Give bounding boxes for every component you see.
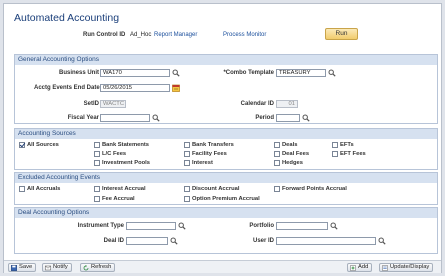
- update-display-button[interactable]: Update/Display: [379, 263, 434, 272]
- page-title: Automated Accounting: [14, 12, 120, 24]
- process-monitor-link[interactable]: Process Monitor: [223, 32, 266, 38]
- fee-accrual-label: Fee Accrual: [102, 196, 135, 202]
- instrument-type-lookup-icon[interactable]: [178, 222, 186, 230]
- run-control-label: Run Control ID: [83, 32, 126, 38]
- investment-pools-label: Investment Pools: [102, 160, 150, 166]
- report-manager-link[interactable]: Report Manager: [154, 32, 197, 38]
- run-control-value: Ad_Hoc: [130, 32, 152, 38]
- interest-accrual-checkbox[interactable]: [94, 186, 100, 192]
- option-premium-accrual-checkbox[interactable]: [184, 196, 190, 202]
- update-display-label: Update/Display: [390, 264, 430, 270]
- add-icon: [350, 265, 356, 271]
- user-id-lookup-icon[interactable]: [378, 237, 386, 245]
- deal-id-label: Deal ID: [103, 238, 124, 244]
- portfolio-lookup-icon[interactable]: [330, 222, 338, 230]
- deal-id-lookup-icon[interactable]: [170, 237, 178, 245]
- notify-icon: [45, 265, 51, 271]
- add-button[interactable]: Add: [347, 263, 373, 272]
- combo-template-lookup-icon[interactable]: [328, 69, 336, 77]
- efts-checkbox[interactable]: [332, 142, 338, 148]
- run-button[interactable]: Run: [325, 28, 358, 40]
- deals-checkbox[interactable]: [274, 142, 280, 148]
- deals-label: Deals: [282, 142, 298, 148]
- acctg-end-date-input[interactable]: 05/26/2015: [100, 84, 170, 92]
- facility-fees-checkbox[interactable]: [184, 151, 190, 157]
- portfolio-label: Portfolio: [249, 223, 274, 229]
- lc-fees-checkbox[interactable]: [94, 151, 100, 157]
- all-sources-label: All Sources: [27, 142, 59, 148]
- interest-label: Interest: [192, 160, 213, 166]
- investment-pools-checkbox[interactable]: [94, 160, 100, 166]
- period-input[interactable]: [276, 114, 300, 122]
- interest-accrual-label: Interest Accrual: [102, 186, 146, 192]
- efts-label: EFTs: [340, 142, 354, 148]
- all-sources-checkbox[interactable]: [19, 142, 25, 148]
- interest-checkbox[interactable]: [184, 160, 190, 166]
- bank-transfers-label: Bank Transfers: [192, 142, 234, 148]
- refresh-button[interactable]: Refresh: [80, 263, 116, 272]
- lc-fees-label: L/C Fees: [102, 151, 127, 157]
- deal-id-input[interactable]: [126, 237, 168, 245]
- period-lookup-icon[interactable]: [302, 114, 310, 122]
- calendar-id-input: 01: [276, 100, 298, 108]
- discount-accrual-label: Discount Accrual: [192, 186, 240, 192]
- notify-label: Notify: [53, 264, 68, 270]
- notify-button[interactable]: Notify: [42, 263, 72, 272]
- bank-statements-label: Bank Statements: [102, 142, 150, 148]
- option-premium-accrual-label: Option Premium Accrual: [192, 196, 260, 202]
- fiscal-year-input[interactable]: [100, 114, 150, 122]
- user-id-label: User ID: [252, 238, 274, 244]
- hedges-label: Hedges: [282, 160, 303, 166]
- forward-points-accrual-checkbox[interactable]: [274, 186, 280, 192]
- deal-accounting-header: Deal Accounting Options: [15, 208, 437, 218]
- bank-statements-checkbox[interactable]: [94, 142, 100, 148]
- hedges-checkbox[interactable]: [274, 160, 280, 166]
- forward-points-accrual-label: Forward Points Accrual: [282, 186, 347, 192]
- all-accruals-checkbox[interactable]: [19, 186, 25, 192]
- accounting-sources-header: Accounting Sources: [15, 129, 437, 139]
- setid-label: SetID: [83, 101, 99, 107]
- combo-template-label: *Combo Template: [223, 70, 274, 76]
- business-unit-lookup-icon[interactable]: [172, 69, 180, 77]
- calendar-id-label: Calendar ID: [240, 101, 274, 107]
- user-id-input[interactable]: [276, 237, 376, 245]
- bank-transfers-checkbox[interactable]: [184, 142, 190, 148]
- calendar-icon[interactable]: [172, 84, 180, 92]
- business-unit-label: Business Unit: [58, 70, 99, 76]
- discount-accrual-checkbox[interactable]: [184, 186, 190, 192]
- fiscal-year-lookup-icon[interactable]: [152, 114, 160, 122]
- setid-input: WACTC: [100, 100, 126, 108]
- instrument-type-label: Instrument Type: [77, 223, 124, 229]
- facility-fees-label: Facility Fees: [192, 151, 227, 157]
- instrument-type-input[interactable]: [126, 222, 176, 230]
- deal-accounting-section: Deal Accounting Options: [14, 207, 438, 254]
- acctg-end-date-label: Acctg Events End Date: [34, 85, 100, 91]
- portfolio-input[interactable]: [276, 222, 328, 230]
- combo-template-input[interactable]: TREASURY: [276, 69, 326, 77]
- deal-fees-checkbox[interactable]: [274, 151, 280, 157]
- all-accruals-label: All Accruals: [27, 186, 61, 192]
- save-icon: [11, 265, 17, 271]
- save-label: Save: [19, 264, 33, 270]
- refresh-icon: [83, 265, 89, 271]
- business-unit-input[interactable]: WA170: [100, 69, 170, 77]
- save-button[interactable]: Save: [8, 263, 37, 272]
- refresh-label: Refresh: [91, 264, 112, 270]
- fee-accrual-checkbox[interactable]: [94, 196, 100, 202]
- excluded-events-header: Excluded Accounting Events: [15, 173, 437, 183]
- add-label: Add: [358, 264, 369, 270]
- period-label: Period: [255, 115, 274, 121]
- accounting-sources-section: Accounting Sources: [14, 128, 438, 170]
- page-frame: Automated Accounting Run Control ID Ad_H…: [3, 3, 442, 273]
- eft-fees-label: EFT Fees: [340, 151, 366, 157]
- eft-fees-checkbox[interactable]: [332, 151, 338, 157]
- update-display-icon: [382, 265, 388, 271]
- general-accounting-header: General Accounting Options: [15, 55, 437, 65]
- deal-fees-label: Deal Fees: [282, 151, 310, 157]
- fiscal-year-label: Fiscal Year: [67, 115, 99, 121]
- bottom-toolbar: Save Notify Refresh Add Update/Display: [4, 260, 441, 273]
